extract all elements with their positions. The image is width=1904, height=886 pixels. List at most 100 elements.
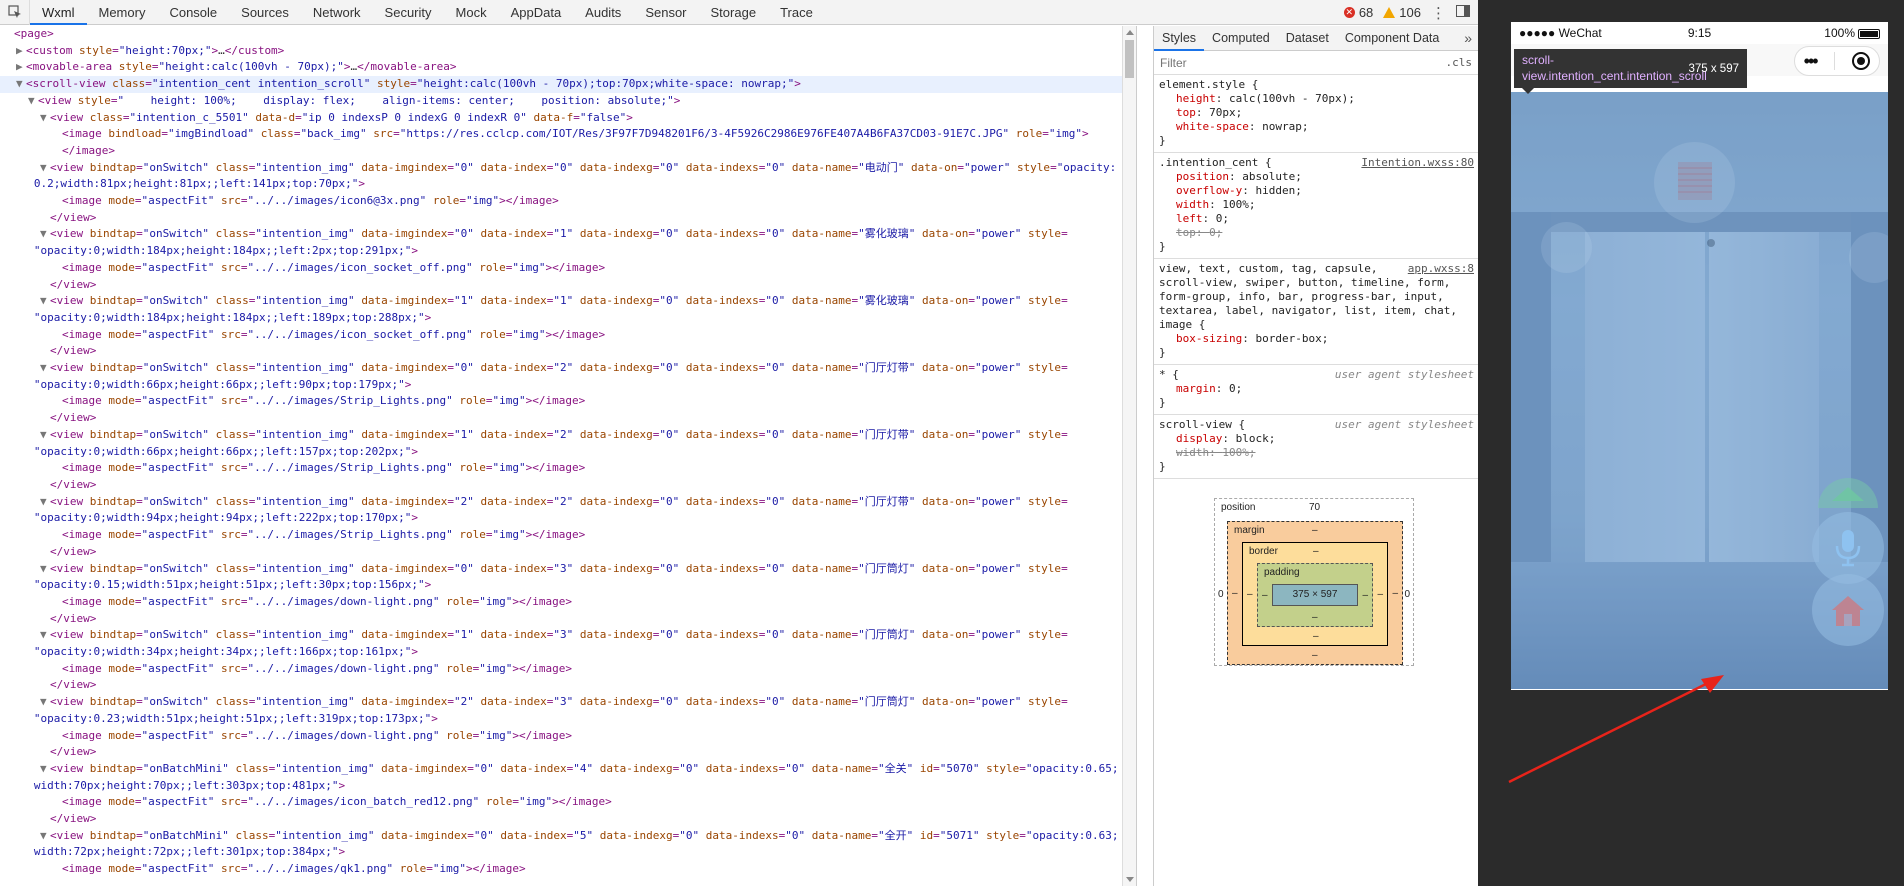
tree-node[interactable]: "opacity:0;width:66px;height:66px;;left:… [0, 444, 1136, 461]
kebab-menu-icon[interactable]: ⋮ [1431, 4, 1446, 22]
style-declaration[interactable]: height: calc(100vh - 70px); [1159, 92, 1473, 106]
tab-security[interactable]: Security [373, 0, 444, 25]
style-declaration[interactable]: position: absolute; [1159, 170, 1473, 184]
tree-node[interactable]: "opacity:0;width:94px;height:94px;;left:… [0, 510, 1136, 527]
style-declaration[interactable]: left: 0; [1159, 212, 1473, 226]
tree-node[interactable]: "opacity:0;width:34px;height:34px;;left:… [0, 644, 1136, 661]
more-dots-icon[interactable]: ••• [1804, 52, 1819, 70]
tab-sensor[interactable]: Sensor [633, 0, 698, 25]
collapse-triangle-icon[interactable]: ▼ [40, 360, 50, 377]
styles-tab-computed[interactable]: Computed [1204, 26, 1278, 51]
tree-node[interactable]: 0.2;width:81px;height:81px;;left:141px;t… [0, 176, 1136, 193]
tree-node[interactable]: </view> [0, 611, 1136, 628]
tree-node[interactable]: </view> [0, 343, 1136, 360]
style-declaration[interactable]: box-sizing: border-box; [1159, 332, 1473, 346]
rule-selector[interactable]: element.style { [1159, 78, 1473, 92]
tab-mock[interactable]: Mock [444, 0, 499, 25]
tree-node[interactable]: </view> [0, 477, 1136, 494]
style-declaration[interactable]: margin: 0; [1159, 382, 1473, 396]
style-declaration[interactable]: white-space: nowrap; [1159, 120, 1473, 134]
menu-capsule[interactable]: ••• [1794, 46, 1880, 76]
collapse-triangle-icon[interactable]: ▼ [40, 160, 50, 177]
rule-source-link[interactable]: app.wxss:8 [1408, 262, 1474, 276]
tab-memory[interactable]: Memory [87, 0, 158, 25]
scroll-up-icon[interactable] [1126, 30, 1134, 35]
tree-node[interactable]: <image mode="aspectFit" src="../../image… [0, 661, 1136, 678]
tree-node[interactable]: width:70px;height:70px;;left:303px;top:4… [0, 778, 1136, 795]
tree-scrollbar[interactable] [1122, 26, 1136, 886]
tree-node[interactable]: <image mode="aspectFit" src="../../image… [0, 460, 1136, 477]
collapse-triangle-icon[interactable]: ▼ [40, 293, 50, 310]
tab-storage[interactable]: Storage [699, 0, 769, 25]
tree-node[interactable]: ▼ <view bindtap="onSwitch" class="intenti… [0, 694, 1136, 711]
tree-node[interactable]: <image mode="aspectFit" src="../../image… [0, 260, 1136, 277]
scroll-down-icon[interactable] [1126, 877, 1134, 882]
tree-node[interactable]: </image> [0, 143, 1136, 160]
collapse-triangle-icon[interactable]: ▼ [40, 427, 50, 444]
dock-side-icon[interactable] [1456, 5, 1470, 20]
tree-node[interactable]: ▼ <view bindtap="onSwitch" class="intenti… [0, 360, 1136, 377]
tree-node[interactable]: ▼ <view class="intention_c_5501" data-d="… [0, 110, 1136, 127]
all-off-button[interactable] [1812, 574, 1884, 646]
tree-node[interactable]: <image mode="aspectFit" src="../../image… [0, 594, 1136, 611]
expand-triangle-icon[interactable]: ▶ [16, 59, 26, 76]
tree-node[interactable]: ▼ <scroll-view class="intention_cent inte… [0, 76, 1136, 93]
tree-node[interactable]: </view> [0, 410, 1136, 427]
tree-node[interactable]: <image mode="aspectFit" src="../../image… [0, 861, 1136, 878]
tree-node[interactable]: </view> [0, 744, 1136, 761]
tab-appdata[interactable]: AppData [499, 0, 574, 25]
style-declaration[interactable]: width: 100%; [1159, 198, 1473, 212]
style-declaration[interactable]: width: 100%; [1159, 446, 1473, 460]
tree-node[interactable]: ▼ <view style=" height: 100%; display: fl… [0, 93, 1136, 110]
tree-node[interactable]: <image mode="aspectFit" src="../../image… [0, 327, 1136, 344]
tree-node[interactable]: </view> [0, 811, 1136, 828]
tab-audits[interactable]: Audits [573, 0, 633, 25]
styles-filter-input[interactable] [1160, 55, 1446, 70]
rule-source-link[interactable]: Intention.wxss:80 [1361, 156, 1474, 170]
tree-node[interactable]: <image mode="aspectFit" src="../../image… [0, 527, 1136, 544]
tree-node[interactable]: ▼ <view bindtap="onBatchMini" class="inte… [0, 828, 1136, 845]
tree-node[interactable]: </view> [0, 544, 1136, 561]
tree-node[interactable]: <image bindload="imgBindload" class="bac… [0, 126, 1136, 143]
style-declaration[interactable]: display: block; [1159, 432, 1473, 446]
scroll-thumb[interactable] [1125, 40, 1134, 78]
tree-node[interactable]: ▼ <view bindtap="onSwitch" class="intenti… [0, 494, 1136, 511]
collapse-triangle-icon[interactable]: ▼ [16, 76, 26, 93]
tree-node[interactable]: ▶ <custom style="height:70px;">…</custom> [0, 43, 1136, 60]
expand-triangle-icon[interactable]: ▶ [16, 43, 26, 60]
collapse-triangle-icon[interactable]: ▼ [40, 828, 50, 845]
error-count[interactable]: ✕ 68 [1343, 5, 1373, 20]
tree-node[interactable]: ▼ <view bindtap="onSwitch" class="intenti… [0, 226, 1136, 243]
tree-node[interactable]: "opacity:0;width:66px;height:66px;;left:… [0, 377, 1136, 394]
tab-sources[interactable]: Sources [229, 0, 301, 25]
tree-node[interactable]: ▼ <view bindtap="onBatchMini" class="inte… [0, 761, 1136, 778]
tree-node[interactable]: width:72px;height:72px;;left:301px;top:3… [0, 844, 1136, 861]
tree-node[interactable]: "opacity:0;width:184px;height:184px;;lef… [0, 243, 1136, 260]
warning-count[interactable]: 106 [1383, 5, 1421, 20]
styles-tab-styles[interactable]: Styles [1154, 26, 1205, 51]
more-tabs-icon[interactable]: » [1464, 30, 1478, 46]
tree-node[interactable]: <page> [0, 26, 1136, 43]
tree-node[interactable]: </view> [0, 210, 1136, 227]
element-tree[interactable]: <page> ▶ <custom style="height:70px;">…</c… [0, 26, 1137, 886]
collapse-triangle-icon[interactable]: ▼ [40, 110, 50, 127]
style-declaration[interactable]: overflow-y: hidden; [1159, 184, 1473, 198]
style-declaration[interactable]: top: 70px; [1159, 106, 1473, 120]
tree-node[interactable]: ▼ <view bindtap="onSwitch" class="intenti… [0, 160, 1136, 177]
collapse-triangle-icon[interactable]: ▼ [40, 494, 50, 511]
tree-node[interactable]: "opacity:0.23;width:51px;height:51px;;le… [0, 711, 1136, 728]
tree-node[interactable]: ▼ <view bindtap="onSwitch" class="intenti… [0, 427, 1136, 444]
tab-console[interactable]: Console [157, 0, 229, 25]
style-declaration[interactable]: top: 0; [1159, 226, 1473, 240]
tree-node[interactable]: </view> [0, 277, 1136, 294]
tab-trace[interactable]: Trace [768, 0, 825, 25]
tree-node[interactable]: ▼ <view bindtap="onSwitch" class="intenti… [0, 561, 1136, 578]
styles-tab-dataset[interactable]: Dataset [1278, 26, 1337, 51]
tab-network[interactable]: Network [301, 0, 373, 25]
collapse-triangle-icon[interactable]: ▼ [40, 561, 50, 578]
inspect-element-icon[interactable] [0, 0, 30, 25]
collapse-triangle-icon[interactable]: ▼ [40, 761, 50, 778]
tree-node[interactable]: ▼ <view bindtap="onSwitch" class="intenti… [0, 293, 1136, 310]
tree-node[interactable]: <image mode="aspectFit" src="../../image… [0, 193, 1136, 210]
tree-node[interactable]: ▶ <movable-area style="height:calc(100vh … [0, 59, 1136, 76]
